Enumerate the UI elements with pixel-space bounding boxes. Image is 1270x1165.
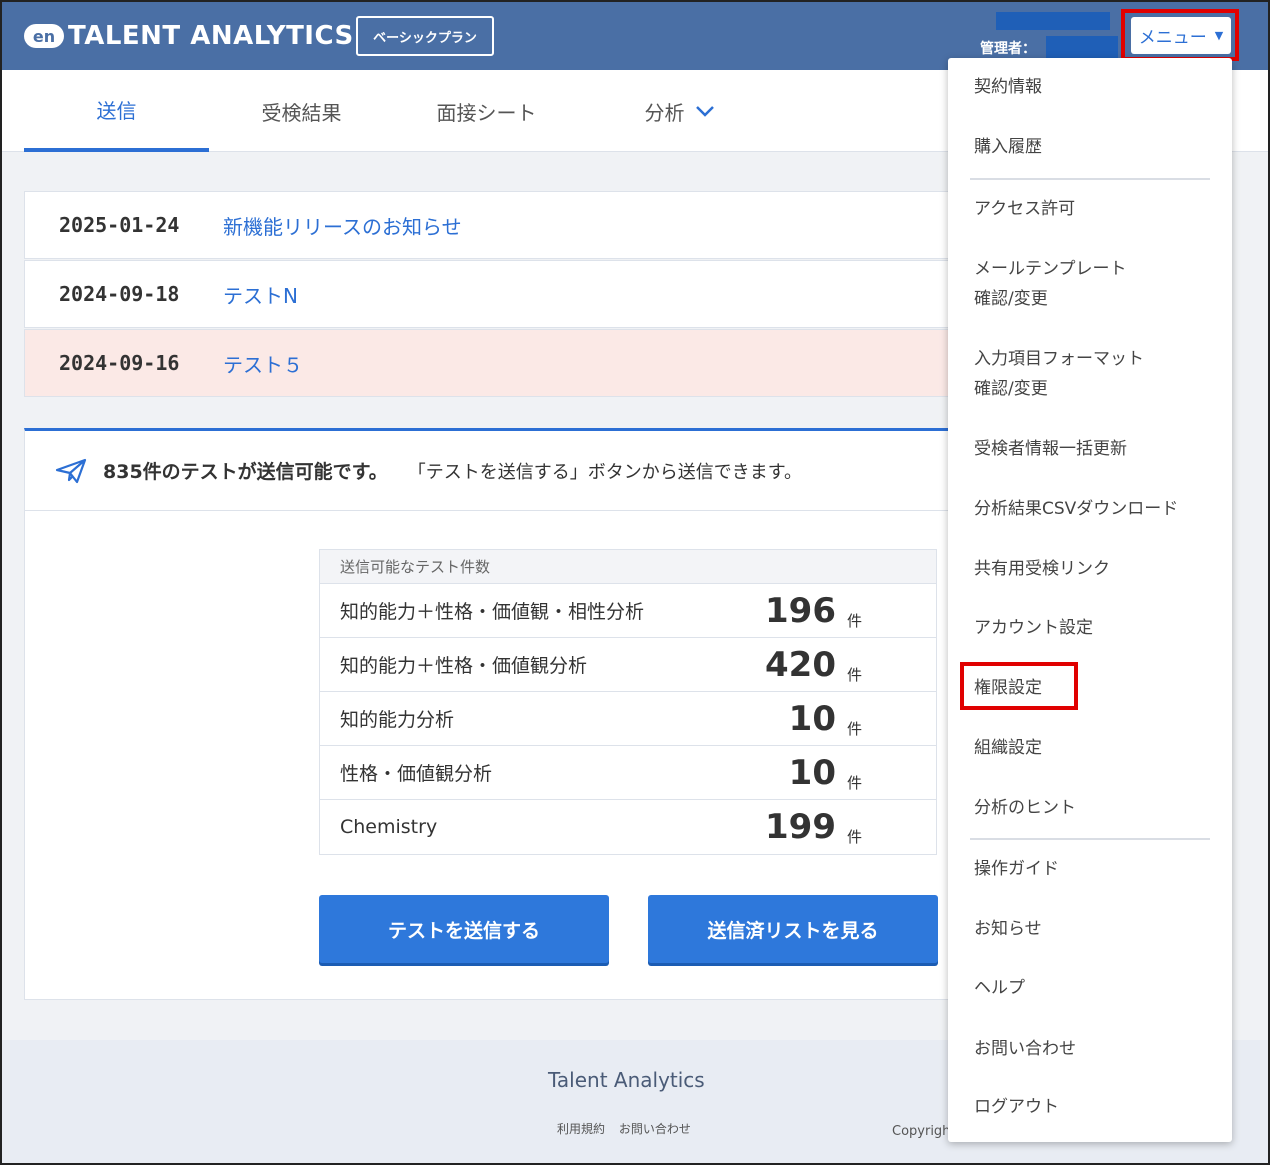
footer-brand: Talent Analytics: [548, 1068, 705, 1092]
menu-item-input-format[interactable]: 入力項目フォーマット 確認/変更: [974, 344, 1144, 404]
test-type-label: Chemistry: [340, 816, 438, 838]
plan-badge: ベーシックプラン: [356, 16, 494, 56]
test-type-label: 知的能力分析: [340, 709, 455, 731]
table-row: 知的能力＋性格・価値観・相性分析 196 件: [320, 584, 936, 638]
redacted-user-name: [1046, 36, 1118, 58]
menu-item-mail-template[interactable]: メールテンプレート 確認/変更: [974, 254, 1127, 314]
menu-item-label: 入力項目フォーマット: [974, 349, 1144, 369]
news-date: 2024-09-16: [59, 351, 180, 375]
chevron-down-icon: [695, 106, 714, 117]
logo-text: TALENT ANALYTICS: [68, 21, 354, 51]
tab-label: 分析: [644, 100, 685, 125]
app-window: en TALENT ANALYTICS ベーシックプラン 管理者： メニュー ▼…: [0, 0, 1270, 1165]
count-unit: 件: [846, 774, 862, 792]
tab-analysis[interactable]: 分析: [587, 70, 772, 152]
redacted-company-name: [996, 12, 1110, 30]
menu-item-sublabel: 確認/変更: [974, 289, 1048, 309]
menu-item-csv-download[interactable]: 分析結果CSVダウンロード: [974, 494, 1178, 524]
news-row[interactable]: 2024-09-16 テスト５: [24, 329, 1024, 397]
table-row: Chemistry 199 件: [320, 800, 936, 854]
test-count: 199: [765, 807, 836, 847]
menu-item-logout[interactable]: ログアウト: [974, 1092, 1059, 1122]
tab-label: 面接シート: [436, 100, 537, 125]
logo-mark: en: [24, 24, 64, 48]
menu-item-contract-info[interactable]: 契約情報: [974, 72, 1042, 102]
test-type-label: 知的能力＋性格・価値観・相性分析: [340, 601, 645, 623]
menu-dropdown: 契約情報 購入履歴 アクセス許可 メールテンプレート 確認/変更 入力項目フォー…: [948, 58, 1232, 1142]
tab-label: 受検結果: [261, 100, 342, 125]
menu-divider: [970, 178, 1210, 180]
tab-results[interactable]: 受検結果: [209, 70, 394, 152]
tab-send[interactable]: 送信: [24, 70, 209, 152]
menu-item-organization-settings[interactable]: 組織設定: [974, 733, 1042, 763]
count-unit: 件: [846, 612, 862, 630]
contact-link[interactable]: お問い合わせ: [619, 1122, 691, 1136]
count-unit: 件: [846, 828, 862, 846]
test-count: 10: [788, 752, 836, 793]
menu-item-contact[interactable]: お問い合わせ: [974, 1034, 1076, 1064]
news-title-link[interactable]: テストN: [223, 280, 298, 309]
test-type-label: 知的能力＋性格・価値観分析: [340, 655, 588, 677]
news-row[interactable]: 2024-09-18 テストN: [24, 260, 1024, 328]
menu-item-account-settings[interactable]: アカウント設定: [974, 613, 1093, 643]
available-count-message: 835件のテストが送信可能です。: [103, 461, 388, 483]
news-title-link[interactable]: テスト５: [223, 349, 303, 378]
table-row: 知的能力＋性格・価値観分析 420 件: [320, 638, 936, 692]
news-title-link[interactable]: 新機能リリースのお知らせ: [223, 211, 462, 240]
menu-item-bulk-update[interactable]: 受検者情報一括更新: [974, 434, 1127, 464]
copyright: Copyrigh: [892, 1124, 951, 1139]
test-count-table: 送信可能なテスト件数 知的能力＋性格・価値観・相性分析 196 件 知的能力＋性…: [319, 549, 937, 855]
send-test-button[interactable]: テストを送信する: [319, 895, 609, 963]
table-header: 送信可能なテスト件数: [320, 550, 936, 584]
menu-button[interactable]: メニュー ▼: [1131, 17, 1231, 54]
news-date: 2024-09-18: [59, 282, 180, 306]
paper-plane-icon: [55, 458, 87, 483]
tab-label: 送信: [96, 98, 137, 123]
menu-item-help[interactable]: ヘルプ: [974, 973, 1025, 1003]
test-count: 420: [765, 644, 836, 685]
menu-button-label: メニュー: [1138, 28, 1207, 48]
permission-highlight-annotation: [960, 662, 1078, 710]
table-row: 性格・価値観分析 10 件: [320, 746, 936, 800]
news-row[interactable]: 2025-01-24 新機能リリースのお知らせ: [24, 191, 1024, 259]
menu-item-access-permission[interactable]: アクセス許可: [974, 194, 1075, 224]
card-header: 835件のテストが送信可能です。 「テストを送信する」ボタンから送信できます。: [25, 431, 1023, 511]
sent-list-button[interactable]: 送信済リストを見る: [648, 895, 938, 963]
caret-down-icon: ▼: [1214, 29, 1224, 42]
admin-label: 管理者：: [980, 41, 1036, 57]
menu-item-operation-guide[interactable]: 操作ガイド: [974, 854, 1059, 884]
count-unit: 件: [846, 666, 862, 684]
menu-item-notices[interactable]: お知らせ: [974, 914, 1042, 944]
menu-item-sublabel: 確認/変更: [974, 379, 1048, 399]
test-type-label: 性格・価値観分析: [340, 763, 493, 785]
menu-divider: [970, 838, 1210, 840]
test-count: 10: [788, 698, 836, 739]
terms-link[interactable]: 利用規約: [557, 1122, 605, 1136]
tab-interview-sheet[interactable]: 面接シート: [394, 70, 579, 152]
count-unit: 件: [846, 720, 862, 738]
table-row: 知的能力分析 10 件: [320, 692, 936, 746]
menu-item-label: メールテンプレート: [974, 259, 1127, 279]
menu-item-analysis-hints[interactable]: 分析のヒント: [974, 793, 1076, 823]
logo[interactable]: en TALENT ANALYTICS: [24, 18, 354, 54]
footer-links: 利用規約 お問い合わせ: [557, 1120, 701, 1137]
send-card: 835件のテストが送信可能です。 「テストを送信する」ボタンから送信できます。 …: [24, 428, 1024, 1000]
test-count: 196: [765, 590, 836, 631]
menu-item-shared-link[interactable]: 共有用受検リンク: [974, 554, 1110, 584]
menu-item-purchase-history[interactable]: 購入履歴: [974, 132, 1042, 162]
instruction-message: 「テストを送信する」ボタンから送信できます。: [407, 461, 802, 483]
news-date: 2025-01-24: [59, 213, 180, 237]
